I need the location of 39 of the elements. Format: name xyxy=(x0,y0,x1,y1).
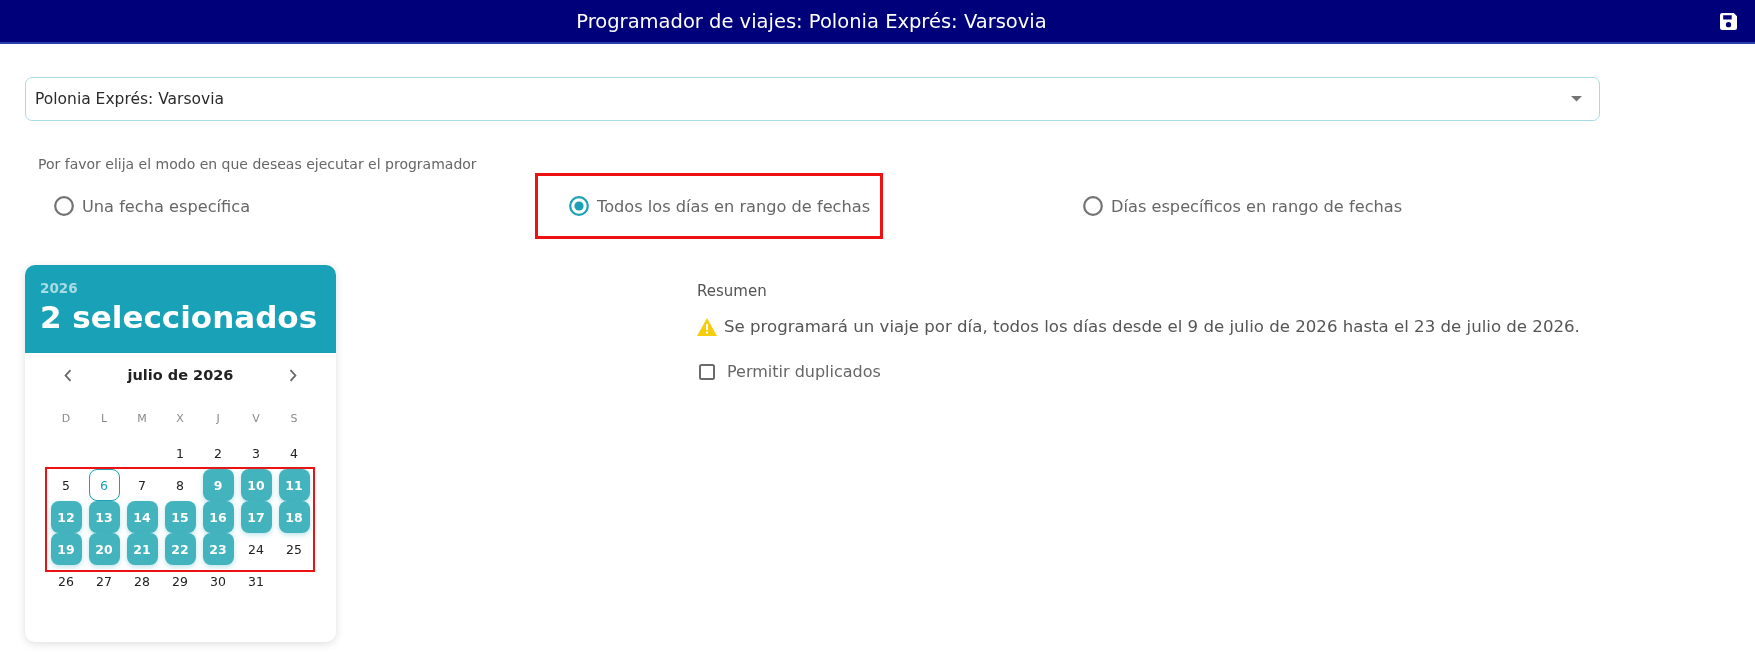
mode-radio-option[interactable]: Una fecha específica xyxy=(54,196,251,216)
window-title: Programador de viajes: Polonia Exprés: Varsovia xyxy=(576,9,1047,33)
weekday-label: M xyxy=(136,411,148,425)
calendar-day[interactable]: 2 xyxy=(202,437,234,469)
calendar-day[interactable]: 4 xyxy=(278,437,310,469)
weekday-label: V xyxy=(251,411,261,425)
allow-duplicates-checkbox[interactable]: Permitir duplicados xyxy=(699,362,1580,381)
weekday-label: X xyxy=(175,411,185,425)
route-select[interactable]: Polonia Exprés: Varsovia xyxy=(25,77,1600,121)
calendar-day[interactable]: 30 xyxy=(202,565,234,597)
calendar-day[interactable]: 31 xyxy=(240,565,272,597)
calendar-day[interactable]: 27 xyxy=(88,565,120,597)
warning-icon xyxy=(697,317,717,336)
calendar-day[interactable]: 29 xyxy=(164,565,196,597)
calendar-day[interactable]: 5 xyxy=(50,469,82,501)
calendar-day[interactable]: 8 xyxy=(164,469,196,501)
weekday-label: D xyxy=(60,411,72,425)
mode-radio-option[interactable]: Todos los días en rango de fechas xyxy=(569,196,871,216)
calendar-day[interactable]: 3 xyxy=(240,437,272,469)
year-label: 2026 xyxy=(40,279,79,297)
calendar-day[interactable]: 28 xyxy=(126,565,158,597)
selection-count: 2 seleccionados xyxy=(40,298,319,337)
calendar-day[interactable]: 7 xyxy=(126,469,158,501)
chevron-right-icon xyxy=(289,368,297,382)
summary-title: Resumen xyxy=(697,281,768,301)
calendar-day[interactable]: 26 xyxy=(50,565,82,597)
month-title: julio de 2026 xyxy=(127,367,234,383)
weekday-label: L xyxy=(99,411,109,425)
weekday-label: S xyxy=(289,411,299,425)
calendar-day[interactable]: 1 xyxy=(164,437,196,469)
weekday-label: J xyxy=(215,411,221,425)
mode-prompt: Por favor elija el modo en que deseas ejecutar el programador xyxy=(38,155,478,173)
chevron-left-icon xyxy=(64,368,72,382)
mode-radio-option[interactable]: Días específicos en rango de fechas xyxy=(1083,196,1403,216)
caret-icon xyxy=(1571,96,1582,102)
calendar-day[interactable]: 24 xyxy=(240,533,272,565)
save-icon[interactable] xyxy=(1720,12,1737,30)
calendar-day[interactable]: 25 xyxy=(278,533,310,565)
summary-message: Se programará un viaje por día, todos los días desde el 9 de julio de 2026 hasta el 23 de julio de 2026. xyxy=(724,317,1580,336)
